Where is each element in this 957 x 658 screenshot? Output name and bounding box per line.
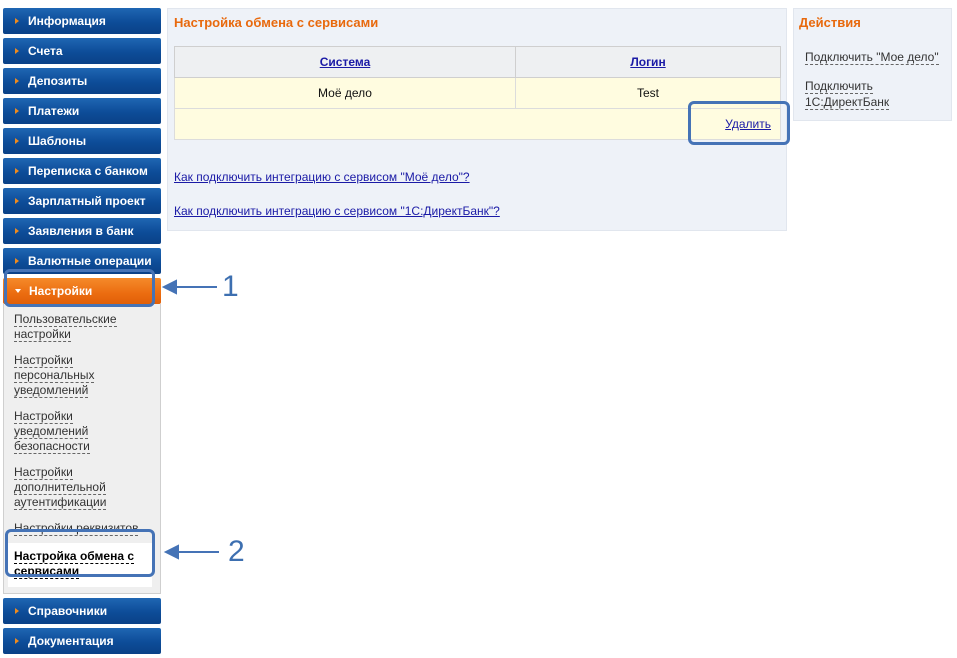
- annotation-arrows: [161, 279, 219, 560]
- arrow-2-head: [163, 544, 179, 560]
- callout-number-1: 1: [222, 270, 239, 303]
- arrow-1-head: [161, 279, 177, 295]
- callout-number-2: 2: [228, 535, 245, 568]
